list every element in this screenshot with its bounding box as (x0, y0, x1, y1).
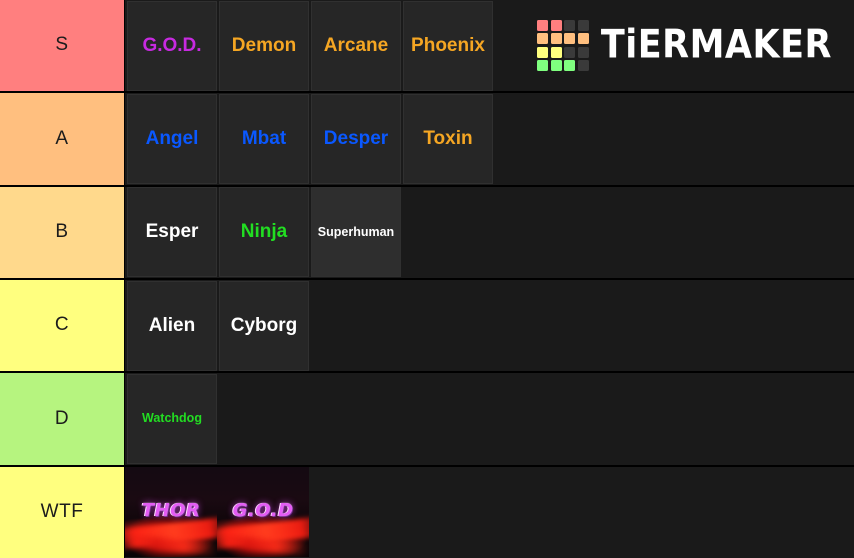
tier-item-tile[interactable]: Superhuman (311, 187, 401, 278)
tile-label: Angel (145, 128, 199, 150)
tile-artwork-title: THOR (141, 499, 201, 521)
logo-grid-cell (537, 60, 549, 72)
tile-label: Phoenix (411, 34, 485, 56)
logo-grid-cell (577, 60, 589, 72)
tier-row-wtf: WTF THOR G.O.D (0, 466, 854, 558)
logo-grid-cell (577, 19, 589, 31)
tile-label: G.O.D. (142, 34, 202, 56)
tiermaker-logo-grid-icon (537, 19, 589, 72)
tier-item-tile[interactable]: Demon (219, 0, 309, 91)
tier-item-tile[interactable]: THOR (125, 467, 217, 558)
tile-label: Alien (148, 314, 196, 336)
tile-label: Desper (323, 128, 389, 150)
tier-item-tile[interactable]: Watchdog (127, 373, 217, 464)
tier-item-tile[interactable]: Arcane (311, 0, 401, 91)
tier-items-s[interactable]: G.O.D. Demon Arcane Phoenix TiERMAKER (125, 0, 854, 92)
tier-items-wtf[interactable]: THOR G.O.D (125, 466, 854, 558)
tier-item-tile[interactable]: G.O.D (217, 467, 309, 558)
tier-label-s[interactable]: S (0, 0, 125, 92)
tier-list-board: S G.O.D. Demon Arcane Phoenix TiERMAKER A Angel… (0, 0, 854, 558)
tier-label-wtf[interactable]: WTF (0, 466, 125, 558)
logo-grid-cell (577, 46, 589, 58)
tile-label: Esper (145, 221, 199, 243)
tier-item-tile[interactable]: G.O.D. (127, 0, 217, 91)
logo-grid-cell (537, 46, 549, 58)
tier-items-d[interactable]: Watchdog (125, 373, 854, 465)
logo-grid-cell (537, 33, 549, 45)
tier-row-s: S G.O.D. Demon Arcane Phoenix TiERMAKER (0, 0, 854, 94)
logo-grid-cell (577, 33, 589, 45)
logo-grid-cell (550, 46, 562, 58)
tier-label-b[interactable]: B (0, 186, 125, 278)
tier-item-tile[interactable]: Desper (311, 93, 401, 184)
tier-label-c[interactable]: C (0, 279, 125, 372)
logo-grid-cell (550, 60, 562, 72)
tier-row-d: D Watchdog (0, 373, 854, 467)
logo-grid-cell (550, 19, 562, 31)
tiermaker-wordmark: TiERMAKER (600, 22, 832, 68)
tier-row-b: B Esper Ninja Superhuman (0, 186, 854, 280)
tier-item-tile[interactable]: Esper (127, 187, 217, 278)
tile-artwork-title: G.O.D (232, 499, 294, 521)
tier-items-b[interactable]: Esper Ninja Superhuman (125, 186, 854, 278)
tier-row-a: A Angel Mbat Desper Toxin (0, 93, 854, 187)
tier-label-a[interactable]: A (0, 93, 125, 185)
tier-items-a[interactable]: Angel Mbat Desper Toxin (125, 93, 854, 185)
tile-label: Ninja (240, 221, 288, 243)
logo-grid-cell (564, 33, 576, 45)
tier-item-tile[interactable]: Ninja (219, 187, 309, 278)
tier-item-tile[interactable]: Cyborg (219, 280, 309, 371)
tier-label-d[interactable]: D (0, 373, 125, 465)
tile-label: Arcane (323, 34, 389, 56)
tile-label: Cyborg (230, 314, 298, 336)
logo-grid-cell (537, 19, 549, 31)
tier-item-tile[interactable]: Angel (127, 93, 217, 184)
logo-grid-cell (550, 33, 562, 45)
tile-label: Superhuman (317, 224, 395, 239)
tier-item-tile[interactable]: Mbat (219, 93, 309, 184)
tile-label: Demon (231, 34, 297, 56)
tier-items-c[interactable]: Alien Cyborg (125, 279, 854, 372)
tier-item-tile[interactable]: Toxin (403, 93, 493, 184)
logo-grid-cell (564, 60, 576, 72)
tile-label: Toxin (423, 128, 473, 150)
tile-label: Mbat (241, 128, 287, 150)
logo-grid-cell (564, 19, 576, 31)
tier-item-tile[interactable]: Alien (127, 280, 217, 371)
logo-grid-cell (564, 46, 576, 58)
tile-label: Watchdog (142, 411, 202, 426)
tier-row-c: C Alien Cyborg (0, 279, 854, 374)
tier-item-tile[interactable]: Phoenix (403, 0, 493, 91)
tiermaker-logo: TiERMAKER (537, 0, 854, 91)
